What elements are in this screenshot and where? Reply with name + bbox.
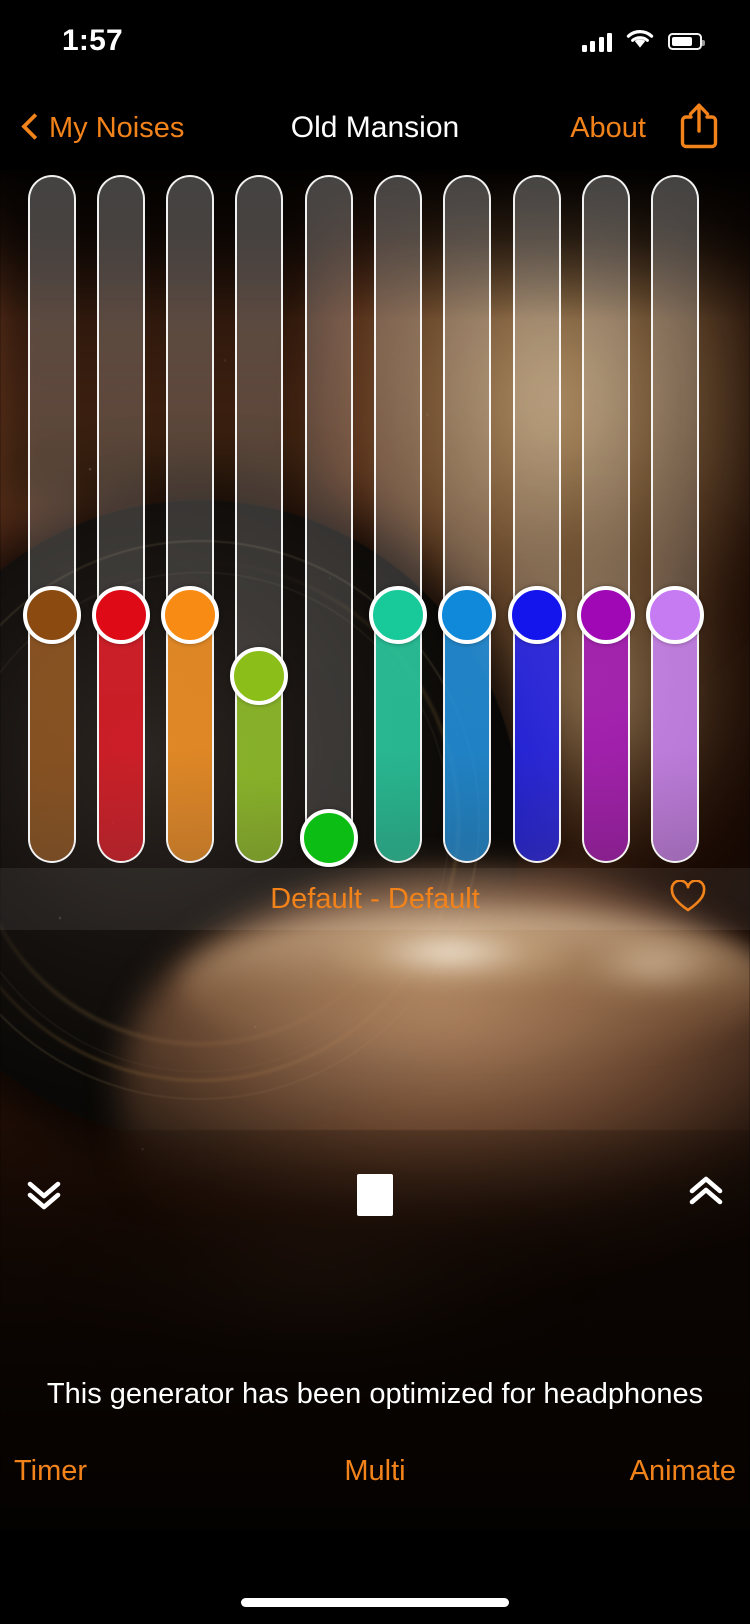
wifi-icon (625, 28, 655, 55)
mixer-slider-fill-1 (29, 613, 74, 861)
mixer-slider-thumb-9[interactable] (576, 586, 635, 644)
tab-animate[interactable]: Animate (630, 1438, 736, 1504)
app-screen: 1:57 My Noises Old Mansion About Default… (0, 0, 750, 1624)
heart-outline-icon (670, 879, 706, 918)
mixer-slider-thumb-3[interactable] (161, 586, 220, 644)
mixer-slider-fill-3 (168, 613, 213, 861)
about-button[interactable]: About (570, 86, 646, 170)
home-indicator[interactable] (241, 1598, 509, 1607)
mixer-slider-1[interactable] (27, 175, 76, 863)
mixer-slider-thumb-4[interactable] (230, 647, 289, 705)
transport-controls (0, 1150, 750, 1240)
mixer-slider-thumb-5[interactable] (299, 809, 358, 867)
mixer-slider-7[interactable] (443, 175, 492, 863)
preset-name-button[interactable]: Default - Default (0, 868, 750, 930)
mixer-slider-fill-6 (376, 613, 420, 861)
mixer-slider-9[interactable] (581, 175, 630, 863)
share-button[interactable] (678, 86, 720, 170)
mixer-slider-8[interactable] (512, 175, 561, 863)
mixer-slider-3[interactable] (166, 175, 215, 863)
mixer-slider-thumb-2[interactable] (91, 586, 150, 644)
stop-button[interactable] (0, 1150, 750, 1240)
cellular-bars-icon (581, 32, 612, 52)
preset-bar: Default - Default (0, 868, 750, 930)
mixer-slider-thumb-6[interactable] (369, 586, 427, 644)
mixer-slider-fill-10 (653, 613, 698, 861)
battery-icon (668, 33, 705, 50)
mixer-slider-6[interactable] (374, 175, 422, 863)
mixer-slider-fill-2 (98, 613, 143, 861)
status-bar-time: 1:57 (62, 24, 123, 57)
status-bar-icons (581, 28, 705, 55)
stop-square-icon (357, 1174, 393, 1216)
chevron-double-up-icon (684, 1171, 728, 1220)
mixer-slider-4[interactable] (235, 175, 284, 863)
mixer-slider-thumb-1[interactable] (22, 586, 81, 644)
mixer-slider-10[interactable] (651, 175, 700, 863)
mixer-slider-thumb-8[interactable] (507, 586, 566, 644)
mixer-slider-fill-9 (583, 613, 628, 861)
mixer-slider-group (0, 170, 750, 870)
headphone-note: This generator has been optimized for he… (46, 1378, 704, 1410)
favorite-button[interactable] (670, 868, 706, 930)
share-icon (678, 101, 720, 156)
mixer-slider-thumb-10[interactable] (646, 586, 705, 644)
mixer-slider-2[interactable] (96, 175, 145, 863)
mixer-slider-sheen-5 (306, 177, 351, 861)
bottom-tab-bar: Timer Multi Animate (0, 1438, 750, 1504)
status-bar: 1:57 (0, 0, 750, 86)
mixer-slider-thumb-7[interactable] (438, 586, 497, 644)
mixer-slider-5[interactable] (304, 175, 353, 863)
mixer-slider-fill-7 (445, 613, 490, 861)
mixer-slider-fill-8 (514, 613, 559, 861)
navigation-bar: My Noises Old Mansion About (0, 86, 750, 170)
volume-up-button[interactable] (684, 1150, 728, 1240)
